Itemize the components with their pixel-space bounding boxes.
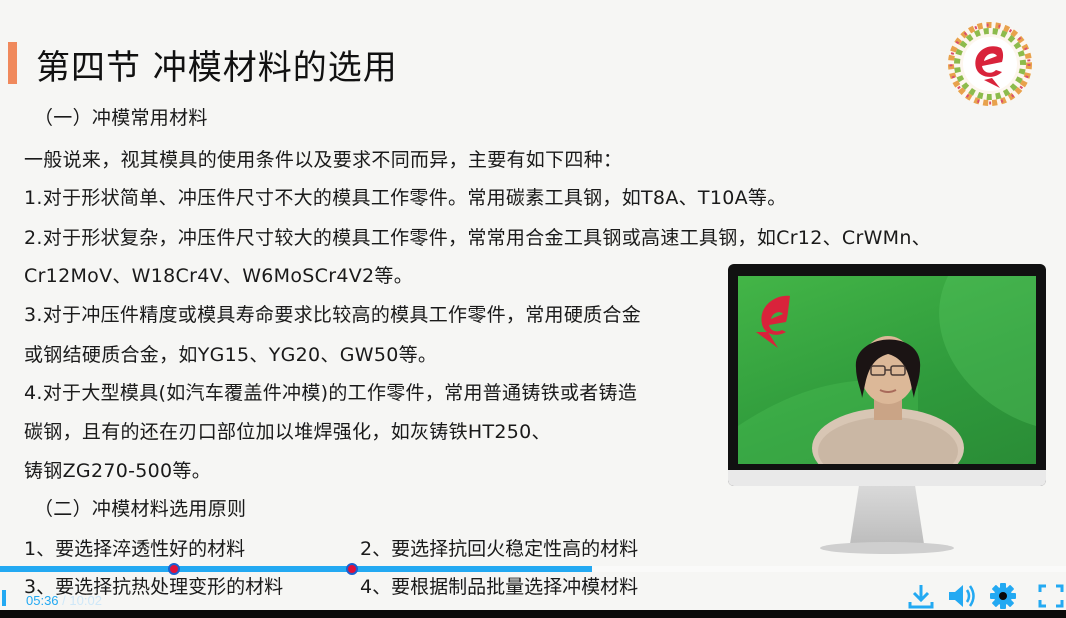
bottom-strip: [0, 610, 1066, 618]
text-line-item2: 2.对于形状复杂，冲压件尺寸较大的模具工作零件，常常用合金工具钢或高速工具钢，如…: [24, 227, 931, 249]
lecture-slide: 第四节 冲模材料的选用 （一）冲模常用材料 一般说来，视其模具的使用条件以及要求…: [0, 0, 1066, 610]
text-line-item1: 1.对于形状简单、冲压件尺寸不大的模具工作零件。常用碳素工具钢，如T8A、T10…: [24, 187, 787, 209]
chapter-marker[interactable]: [345, 563, 358, 575]
volume-icon[interactable]: [946, 582, 976, 610]
slide-title: 第四节 冲模材料的选用: [36, 48, 398, 88]
presenter-monitor: [728, 264, 1046, 562]
progress-played: [0, 566, 592, 572]
principle-2: 2、要选择抗回火稳定性高的材料: [360, 538, 639, 560]
wreath-logo-icon: [948, 22, 1032, 106]
presenter-figure: [738, 276, 1036, 464]
text-line-item3: 3.对于冲压件精度或模具寿命要求比较高的模具工作零件，常用硬质合金: [24, 304, 642, 326]
play-indicator[interactable]: [2, 590, 6, 606]
current-time: 05:36: [26, 593, 59, 608]
text-line-intro: 一般说来，视其模具的使用条件以及要求不同而异，主要有如下四种：: [24, 149, 623, 171]
text-line-item4-cont: 碳钢，且有的还在刃口部位加以堆焊强化，如灰铸铁HT250、: [24, 421, 551, 443]
title-accent-bar: [8, 42, 17, 84]
monitor-frame: [728, 264, 1046, 486]
settings-gear-icon[interactable]: [988, 582, 1018, 610]
time-display: 05:36 / 10:02: [26, 593, 102, 608]
download-icon[interactable]: [906, 582, 936, 610]
monitor-stand: [850, 486, 924, 544]
player-controls: 05:36 / 10:02: [0, 576, 1066, 610]
monitor-base: [820, 542, 954, 554]
section-heading-1: （一）冲模常用材料: [34, 107, 208, 129]
text-line-item2-cont: Cr12MoV、W18Cr4V、W6MoSCr4V2等。: [24, 265, 414, 287]
section-heading-2: （二）冲模材料选用原则: [34, 498, 247, 520]
monitor-chin: [728, 470, 1046, 486]
text-line-item4: 4.对于大型模具(如汽车覆盖件冲模)的工作零件，常用普通铸铁或者铸造: [24, 382, 638, 404]
total-time: 10:02: [69, 593, 102, 608]
text-line-item3-cont: 或钢结硬质合金，如YG15、YG20、GW50等。: [24, 344, 438, 366]
fullscreen-icon[interactable]: [1036, 582, 1066, 610]
presenter-video: [738, 276, 1036, 464]
chapter-marker[interactable]: [167, 563, 180, 575]
text-line-item4-end: 铸钢ZG270-500等。: [24, 460, 212, 482]
time-separator: /: [58, 593, 70, 608]
principle-1: 1、要选择淬透性好的材料: [24, 538, 246, 560]
